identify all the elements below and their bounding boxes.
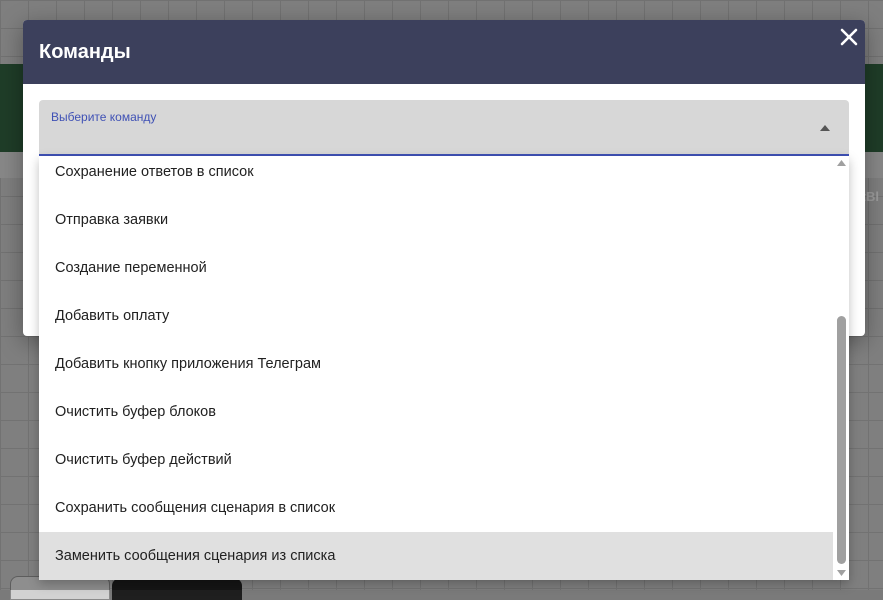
option-label: Сохранение ответов в список <box>55 164 254 180</box>
dropdown-option[interactable]: Добавить оплату <box>39 292 833 340</box>
dropdown-option[interactable]: Добавить кнопку приложения Телеграм <box>39 340 833 388</box>
dialog-header: Команды <box>23 20 865 84</box>
dropdown-option-highlighted[interactable]: Заменить сообщения сценария из списка <box>39 532 833 580</box>
dropdown-option[interactable]: Очистить буфер действий <box>39 436 833 484</box>
scroll-down-arrow-icon[interactable] <box>836 568 847 578</box>
option-label: Добавить оплату <box>55 308 170 324</box>
dialog-title: Команды <box>39 41 131 63</box>
option-label: Создание переменной <box>55 260 207 276</box>
option-label: Сохранить сообщения сценария в список <box>55 500 336 516</box>
option-label: Очистить буфер действий <box>55 452 232 468</box>
option-label: Очистить буфер блоков <box>55 404 216 420</box>
option-label: Заменить сообщения сценария из списка <box>55 548 336 564</box>
dropdown-option[interactable]: Очистить буфер блоков <box>39 388 833 436</box>
command-dropdown-list: Сохранение ответов в список Отправка зая… <box>39 156 849 580</box>
dropdown-option[interactable]: Сохранение ответов в список <box>39 156 833 196</box>
dropdown-option[interactable]: Отправка заявки <box>39 196 833 244</box>
scrollbar-thumb[interactable] <box>837 316 846 564</box>
scroll-up-arrow-icon[interactable] <box>836 158 847 168</box>
close-icon <box>840 28 858 46</box>
dropdown-scrollbar[interactable] <box>834 156 849 580</box>
select-label: Выберите команду <box>51 110 157 124</box>
dropdown-option[interactable]: Создание переменной <box>39 244 833 292</box>
option-label: Отправка заявки <box>55 212 169 228</box>
command-select[interactable]: Выберите команду <box>39 100 849 156</box>
option-label: Добавить кнопку приложения Телеграм <box>55 356 321 372</box>
close-button[interactable] <box>836 24 862 50</box>
triangle-up-icon <box>820 125 830 131</box>
dropdown-option[interactable]: Сохранить сообщения сценария в список <box>39 484 833 532</box>
